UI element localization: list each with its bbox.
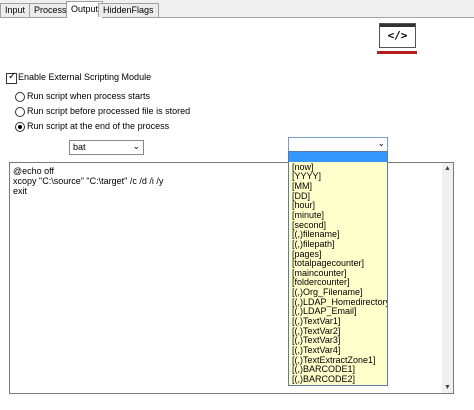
- radio-run-at-end[interactable]: [15, 122, 25, 132]
- variable-option[interactable]: [(,)TextExtractZone1]: [292, 355, 376, 365]
- variable-option[interactable]: [(,)TextVar2]: [292, 326, 340, 336]
- variable-option[interactable]: [(,)TextVar4]: [292, 345, 340, 355]
- radio-selected-dot: [18, 125, 22, 129]
- variable-option[interactable]: [totalpagecounter]: [292, 258, 364, 268]
- scroll-up-icon[interactable]: ▲: [442, 163, 453, 174]
- radio-run-at-start-label: Run script when process starts: [27, 91, 151, 101]
- script-line: @echo off: [13, 166, 54, 176]
- chevron-down-icon: ⌄: [377, 138, 385, 148]
- variable-option[interactable]: [hour]: [292, 200, 315, 210]
- enable-scripting-label: Enable External Scripting Module: [18, 72, 152, 82]
- script-editor-scrollbar[interactable]: ▲ ▼: [442, 162, 454, 394]
- variable-option[interactable]: [289, 152, 387, 162]
- variable-option[interactable]: [foldercounter]: [292, 277, 350, 287]
- tab-input[interactable]: Input: [0, 3, 31, 17]
- variable-option[interactable]: [pages]: [292, 249, 322, 259]
- variable-option[interactable]: [(,)TextVar1]: [292, 316, 340, 326]
- variable-option[interactable]: [now]: [292, 162, 314, 172]
- script-line: xcopy "C:\source" "C:\target" /c /d /i /…: [13, 176, 164, 186]
- tab-hiddenflags[interactable]: HiddenFlags: [98, 3, 159, 17]
- variable-option[interactable]: [MM]: [292, 181, 312, 191]
- variable-option[interactable]: [YYYY]: [292, 171, 321, 181]
- checkmark-icon: ✓: [8, 71, 17, 82]
- variable-option[interactable]: [DD]: [292, 191, 310, 201]
- logo-text: </>: [387, 29, 408, 42]
- variable-select[interactable]: ⌄: [288, 137, 388, 152]
- variable-dropdown-list: [now] [YYYY] [MM] [DD] [hour] [minute] [second…: [288, 151, 388, 386]
- variable-option[interactable]: [(,)BARCODE1]: [292, 364, 355, 374]
- radio-run-before-store-label: Run script before processed file is stor…: [27, 106, 191, 116]
- variable-option[interactable]: [(,)TextVar3]: [292, 335, 340, 345]
- script-type-value: bat: [73, 142, 86, 152]
- variable-option[interactable]: [maincounter]: [292, 268, 347, 278]
- script-type-select[interactable]: bat ⌄: [69, 140, 144, 155]
- variable-option[interactable]: [second]: [292, 220, 326, 230]
- variable-option[interactable]: [(,)filename]: [292, 229, 340, 239]
- script-code-icon: </>: [379, 23, 416, 48]
- logo-underline: [377, 51, 417, 54]
- script-line: exit: [13, 186, 28, 196]
- logo-titlebar: [380, 24, 415, 27]
- variable-option[interactable]: [(,)LDAP_Email]: [292, 306, 357, 316]
- variable-option[interactable]: [(,)filepath]: [292, 239, 335, 249]
- variable-option[interactable]: [(,)BARCODE2]: [292, 374, 355, 384]
- variable-option[interactable]: [(,)Org_Filename]: [292, 287, 363, 297]
- radio-run-at-start[interactable]: [15, 92, 25, 102]
- scroll-down-icon[interactable]: ▼: [442, 382, 453, 393]
- tab-bar: Input Process Output HiddenFlags: [0, 0, 474, 18]
- radio-run-at-end-label: Run script at the end of the process: [27, 121, 170, 131]
- variable-option[interactable]: [minute]: [292, 210, 324, 220]
- chevron-down-icon: ⌄: [132, 141, 140, 151]
- enable-scripting-checkbox[interactable]: ✓: [6, 71, 17, 84]
- variable-option[interactable]: [(,)LDAP_Homedirectory]: [292, 297, 387, 307]
- radio-run-before-store[interactable]: [15, 107, 25, 117]
